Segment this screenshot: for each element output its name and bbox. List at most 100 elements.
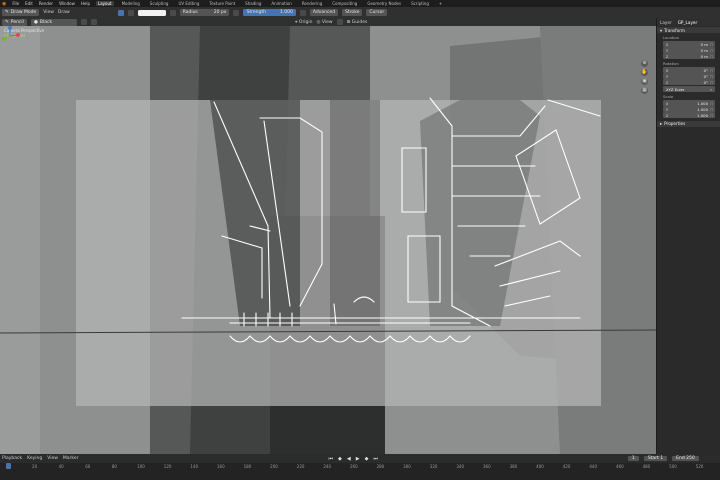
origin-dropdown[interactable]: ⌖ Origin (295, 19, 313, 25)
menu-help[interactable]: Help (81, 1, 90, 6)
menu-edit[interactable]: Edit (25, 1, 33, 6)
timeline-tick-label: 460 (615, 464, 624, 469)
rotation-mode-dropdown[interactable]: XYZ Euler ▾ (663, 86, 715, 92)
menu-file[interactable]: File (12, 1, 19, 6)
camera-view-icon[interactable]: ▣ (641, 78, 648, 85)
workspace-tab-animation[interactable]: Animation (269, 1, 293, 6)
timeline-tick-label: 440 (589, 464, 598, 469)
navigation-gizmo[interactable] (0, 26, 20, 46)
menu-draw[interactable]: Draw (58, 10, 70, 15)
lock-icon[interactable]: ⊓ (710, 113, 715, 118)
pencil-icon: ✎ (5, 10, 9, 15)
workspace-tab-layout[interactable]: Layout (95, 1, 114, 6)
material-sphere-icon: ● (33, 19, 38, 25)
workspace-tab-modeling[interactable]: Modeling (120, 1, 142, 6)
color-mode-icon[interactable] (80, 19, 87, 25)
brush-name-field[interactable] (137, 9, 166, 16)
mode-dropdown[interactable]: ✎ Draw Mode (2, 9, 40, 16)
play-icon[interactable]: ▶ (356, 456, 360, 462)
lock-icon[interactable]: ⊓ (710, 54, 715, 59)
menu-view[interactable]: View (47, 456, 58, 461)
brush-selector[interactable]: ✎ Pencil (2, 18, 27, 26)
next-keyframe-icon[interactable]: ◆ (365, 456, 369, 462)
prev-keyframe-icon[interactable]: ◆ (338, 456, 342, 462)
scale-label: Scale (663, 94, 674, 99)
sidebar-panel: Layer GP_Layer ▾ Transform Location X0 m… (656, 18, 720, 454)
workspace-tab-geometry-nodes[interactable]: Geometry Nodes (365, 1, 403, 6)
workspace-tab-uv-editing[interactable]: UV Editing (176, 1, 201, 6)
timeline-tick-label: 40 (58, 464, 64, 469)
grid-view-icon[interactable]: ▦ (641, 87, 648, 94)
pressure-strength-icon[interactable] (299, 9, 306, 16)
pressure-radius-icon[interactable] (233, 9, 240, 16)
timeline-tick-label: 500 (669, 464, 677, 469)
advanced-dropdown[interactable]: Advanced (309, 9, 339, 16)
location-x-field[interactable]: X0 m ⊓ (663, 41, 715, 47)
vertex-color-icon[interactable] (90, 19, 97, 25)
rotation-x-field[interactable]: X 0° ⊓ (663, 67, 715, 73)
rotation-label: Rotation (663, 60, 679, 66)
tab-gp-layer[interactable]: GP_Layer (678, 20, 698, 25)
playhead[interactable] (6, 463, 11, 469)
timeline-tick-label: 200 (270, 464, 278, 469)
start-frame-field[interactable]: Start 1 (643, 456, 668, 461)
play-reverse-icon[interactable]: ◀ (347, 456, 351, 462)
menu-render[interactable]: Render (39, 1, 53, 6)
scale-z-field[interactable]: Z 1.000 ⊓ (663, 112, 715, 118)
location-z-field[interactable]: Z0 m ⊓ (663, 53, 715, 59)
zoom-icon[interactable]: ⊕ (641, 60, 648, 67)
rotation-y-field[interactable]: Y 0° ⊓ (663, 73, 715, 79)
3d-viewport[interactable]: Camera Perspective | GP_Layer ⊕ ✋ ▣ ▦ (0, 26, 656, 454)
cursor-dropdown[interactable]: Cursor (366, 9, 388, 16)
properties-section-header[interactable]: ▸ Properties (657, 120, 720, 127)
snap-icon[interactable] (336, 19, 343, 25)
workspace-tab-scripting[interactable]: Scripting (409, 1, 431, 6)
timeline-ruler[interactable]: 1204060801001201401601802002202402602803… (0, 463, 720, 480)
lock-icon[interactable]: ⊓ (710, 68, 715, 73)
workspace-tab-rendering[interactable]: Rendering (300, 1, 324, 6)
stroke-dropdown[interactable]: Stroke (342, 9, 363, 16)
strength-field[interactable]: Strength 1.000 (243, 9, 296, 16)
radius-field[interactable]: Radius 20 px (179, 9, 230, 16)
scale-y-field[interactable]: Y 1.000 ⊓ (663, 106, 715, 112)
lock-icon[interactable]: ⊓ (710, 107, 715, 112)
menu-view[interactable]: View (43, 10, 54, 15)
view-dropdown[interactable]: ◎ View (317, 20, 333, 25)
add-workspace-button[interactable]: + (437, 1, 444, 6)
lock-icon[interactable]: ⊓ (710, 74, 715, 79)
viewport-header: ✎ Pencil ● Black ⌖ Origin ◎ View ⊞ Guides (0, 18, 656, 26)
menu-marker[interactable]: Marker (63, 456, 79, 461)
jump-end-icon[interactable]: ⏭ (373, 456, 378, 462)
material-icon[interactable] (169, 9, 176, 16)
current-frame-field[interactable]: 1 (627, 456, 639, 461)
blender-logo-icon[interactable]: ◉ (2, 1, 6, 7)
workspace-tab-shading[interactable]: Shading (243, 1, 263, 6)
tab-layer[interactable]: Layer (660, 20, 672, 25)
brush-settings-icon[interactable] (127, 9, 134, 16)
rotation-z-field[interactable]: Z 0° ⊓ (663, 79, 715, 85)
lock-icon[interactable]: ⊓ (710, 101, 715, 106)
brush-preview-icon[interactable] (117, 9, 124, 16)
menu-playback[interactable]: Playback (2, 456, 22, 461)
timeline-tick-label: 420 (562, 464, 571, 469)
material-selector[interactable]: ● Black (30, 18, 77, 26)
chevron-down-icon: ▾ (660, 27, 663, 33)
location-y-field[interactable]: Y0 m ⊓ (663, 47, 715, 53)
lock-icon[interactable]: ⊓ (710, 42, 715, 47)
brush-icon: ✎ (5, 19, 9, 25)
menu-keying[interactable]: Keying (27, 456, 42, 461)
menu-window[interactable]: Window (59, 1, 75, 6)
location-label: Location (663, 35, 680, 40)
timeline-tick-label: 80 (111, 464, 117, 469)
pan-hand-icon[interactable]: ✋ (641, 69, 648, 76)
scale-x-field[interactable]: X 1.000 ⊓ (663, 100, 715, 106)
workspace-tab-texture-paint[interactable]: Texture Paint (207, 1, 237, 6)
workspace-tab-sculpting[interactable]: Sculpting (148, 1, 171, 6)
guides-dropdown[interactable]: ⊞ Guides (347, 20, 368, 25)
end-frame-field[interactable]: End 250 (672, 456, 699, 461)
workspace-tab-compositing[interactable]: Compositing (330, 1, 359, 6)
top-menubar: ◉ File Edit Render Window Help Layout Mo… (0, 0, 720, 7)
lock-icon[interactable]: ⊓ (710, 48, 715, 53)
jump-start-icon[interactable]: ⏮ (328, 456, 333, 462)
lock-icon[interactable]: ⊓ (710, 80, 715, 85)
